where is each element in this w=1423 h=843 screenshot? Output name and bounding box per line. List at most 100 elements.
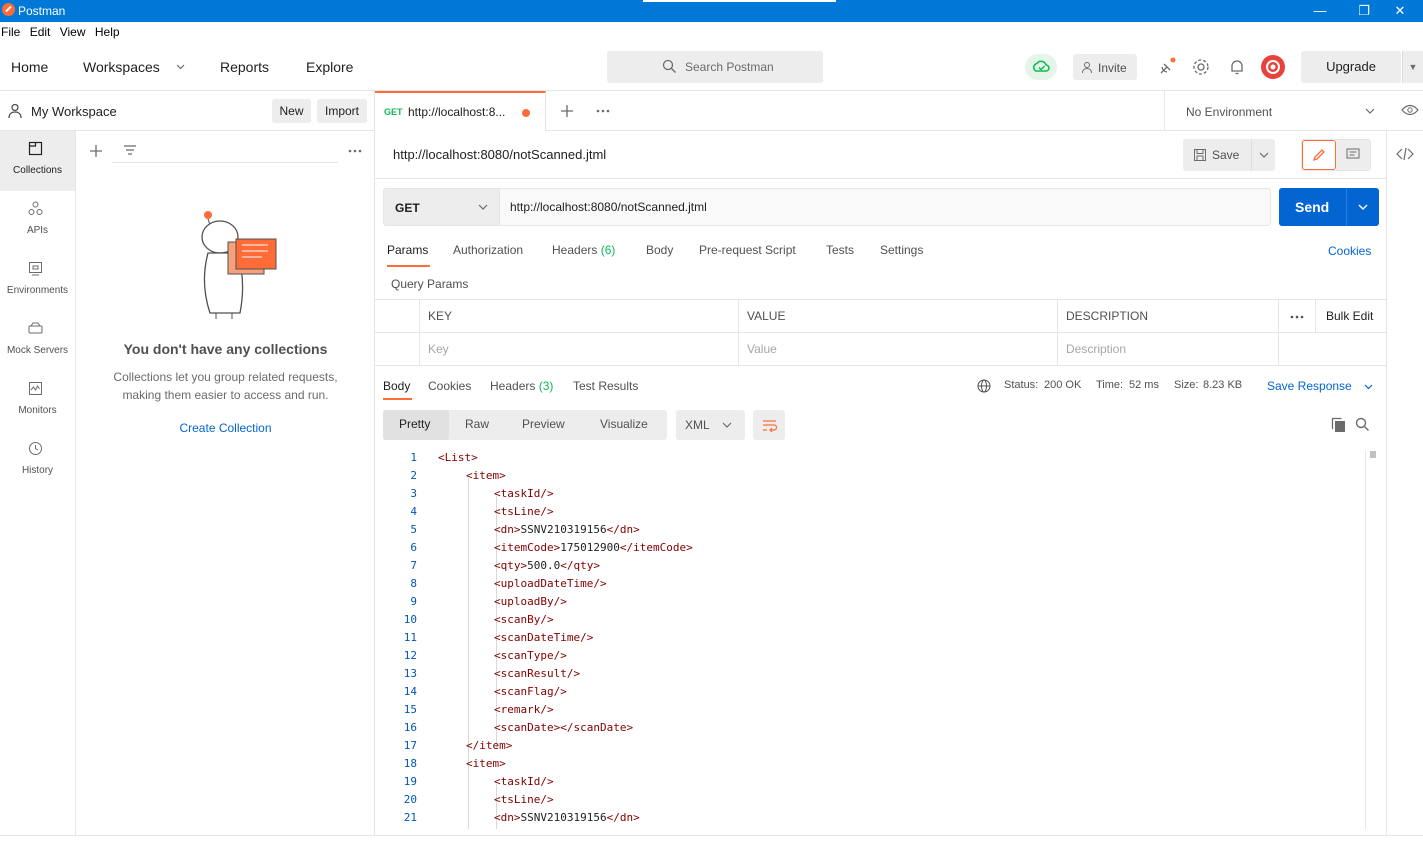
nav-home[interactable]: Home xyxy=(11,59,48,75)
minimize-button[interactable]: — xyxy=(1297,0,1343,22)
code-text: <remark/> xyxy=(494,703,554,716)
workspace-name[interactable]: My Workspace xyxy=(31,104,117,119)
menu-file[interactable]: File xyxy=(1,22,25,39)
response-tab-test-results[interactable]: Test Results xyxy=(573,379,638,393)
tab-options-icon[interactable] xyxy=(596,109,610,113)
save-response-button[interactable]: Save Response xyxy=(1267,379,1352,393)
search-input[interactable]: Search Postman xyxy=(607,51,823,83)
edit-mode-button[interactable] xyxy=(1302,140,1336,170)
send-chevron-down-icon[interactable] xyxy=(1358,204,1368,210)
import-button[interactable]: Import xyxy=(317,99,367,123)
nav-workspaces[interactable]: Workspaces xyxy=(83,59,160,75)
nav-explore[interactable]: Explore xyxy=(306,59,353,75)
response-tab-body[interactable]: Body xyxy=(383,379,410,393)
menu-edit[interactable]: Edit xyxy=(30,22,56,39)
sidebar-item-label: History xyxy=(21,465,54,476)
format-preview[interactable]: Preview xyxy=(522,417,565,431)
chevron-down-icon[interactable] xyxy=(1364,384,1373,390)
filter-input[interactable] xyxy=(112,139,338,163)
sidebar-item-environments[interactable]: Environments xyxy=(0,251,75,311)
code-snippet-icon[interactable] xyxy=(1396,148,1414,160)
request-name[interactable]: http://localhost:8080/notScanned.jtml xyxy=(393,147,606,162)
value-column: VALUE Value xyxy=(739,300,1058,366)
create-collection-link[interactable]: Create Collection xyxy=(76,421,375,435)
sidebar-item-history[interactable]: History xyxy=(0,431,75,491)
search-icon[interactable] xyxy=(1355,417,1370,432)
tab-settings[interactable]: Settings xyxy=(880,243,923,257)
time-value[interactable]: 52 ms xyxy=(1129,379,1159,391)
tab-params[interactable]: Params xyxy=(387,243,428,257)
bulk-edit-link[interactable]: Bulk Edit xyxy=(1326,309,1373,323)
save-chevron-down-icon[interactable] xyxy=(1259,152,1269,158)
format-pretty[interactable]: Pretty xyxy=(399,417,430,431)
new-tab-plus-icon[interactable] xyxy=(560,104,574,118)
tab-headers[interactable]: Headers (6) xyxy=(552,243,615,257)
environment-selected: No Environment xyxy=(1186,105,1273,119)
cookies-link[interactable]: Cookies xyxy=(1328,244,1371,258)
tab-prerequest-script[interactable]: Pre-request Script xyxy=(699,243,796,257)
request-tab[interactable]: GET http://localhost:8... xyxy=(375,91,546,131)
description-input[interactable]: Description xyxy=(1066,342,1126,356)
sidebar-item-collections[interactable]: Collections xyxy=(0,131,75,191)
sidebar-item-monitors[interactable]: Monitors xyxy=(0,371,75,431)
key-input[interactable]: Key xyxy=(428,342,449,356)
chevron-down-icon[interactable] xyxy=(176,64,185,70)
more-options-icon[interactable] xyxy=(348,149,362,153)
settings-gear-icon[interactable] xyxy=(1192,58,1210,76)
wrap-lines-button[interactable] xyxy=(753,410,785,440)
environment-quick-look-eye-icon[interactable] xyxy=(1401,104,1419,116)
invite-button[interactable]: Invite xyxy=(1073,54,1137,80)
user-avatar[interactable] xyxy=(1261,55,1285,79)
nav-reports[interactable]: Reports xyxy=(220,59,269,75)
method-select[interactable]: GET xyxy=(384,189,500,225)
code-scrollbar[interactable] xyxy=(1365,451,1379,829)
monitors-icon xyxy=(29,382,42,395)
sidebar-item-apis[interactable]: APIs xyxy=(0,191,75,251)
url-input[interactable]: http://localhost:8080/notScanned.jtml xyxy=(510,200,707,214)
new-button[interactable]: New xyxy=(272,99,311,123)
tab-body[interactable]: Body xyxy=(646,243,673,257)
send-button[interactable]: Send xyxy=(1279,188,1379,226)
size-value[interactable]: 8.23 KB xyxy=(1203,379,1242,391)
menu-view[interactable]: View xyxy=(60,22,91,39)
save-button[interactable]: Save xyxy=(1183,139,1275,171)
response-tab-cookies[interactable]: Cookies xyxy=(428,379,471,393)
more-options-icon[interactable] xyxy=(1290,315,1304,319)
tab-tests[interactable]: Tests xyxy=(826,243,854,257)
satellite-icon[interactable] xyxy=(1157,57,1177,77)
scrollbar-thumb[interactable] xyxy=(1370,451,1376,458)
menu-help[interactable]: Help xyxy=(95,22,125,39)
upgrade-button[interactable]: Upgrade xyxy=(1301,51,1401,83)
sync-status-button[interactable] xyxy=(1025,54,1057,80)
value-input[interactable]: Value xyxy=(747,342,777,356)
collections-icon xyxy=(28,141,43,156)
value-header: VALUE xyxy=(747,309,786,323)
line-number: 11 xyxy=(403,631,417,644)
status-value[interactable]: 200 OK xyxy=(1044,379,1081,391)
documentation-mode-button[interactable] xyxy=(1336,140,1370,170)
format-raw[interactable]: Raw xyxy=(465,417,489,431)
line-number: 16 xyxy=(403,721,417,734)
close-window-button[interactable]: ✕ xyxy=(1377,0,1423,22)
environment-select[interactable]: No Environment xyxy=(1164,91,1389,131)
tab-authorization[interactable]: Authorization xyxy=(453,243,523,257)
apis-icon xyxy=(28,201,43,215)
line-number: 1 xyxy=(410,451,417,464)
language-select[interactable]: XML xyxy=(676,410,745,440)
code-line: 18 <item> xyxy=(375,757,1365,775)
code-line: 7 <qty>500.0</qty> xyxy=(375,559,1365,577)
send-label: Send xyxy=(1295,199,1330,215)
notifications-bell-icon[interactable] xyxy=(1229,58,1245,76)
add-icon[interactable] xyxy=(89,144,103,158)
code-text: <item> xyxy=(466,757,506,770)
globe-icon[interactable] xyxy=(977,379,991,393)
postman-logo-icon xyxy=(2,3,15,16)
invite-label: Invite xyxy=(1098,61,1127,75)
response-tab-headers[interactable]: Headers (3) xyxy=(490,379,553,393)
save-divider xyxy=(1251,139,1252,171)
sidebar-item-mock-servers[interactable]: Mock Servers xyxy=(0,311,75,371)
copy-icon[interactable] xyxy=(1331,417,1347,433)
upgrade-chevron-down-icon[interactable]: ▼ xyxy=(1402,51,1423,83)
response-body-code[interactable]: 1 <List> 2 <item> 3 <taskId/> 4 <tsLine/> 5 <dn>S… xyxy=(375,451,1365,829)
format-visualize[interactable]: Visualize xyxy=(600,417,648,431)
